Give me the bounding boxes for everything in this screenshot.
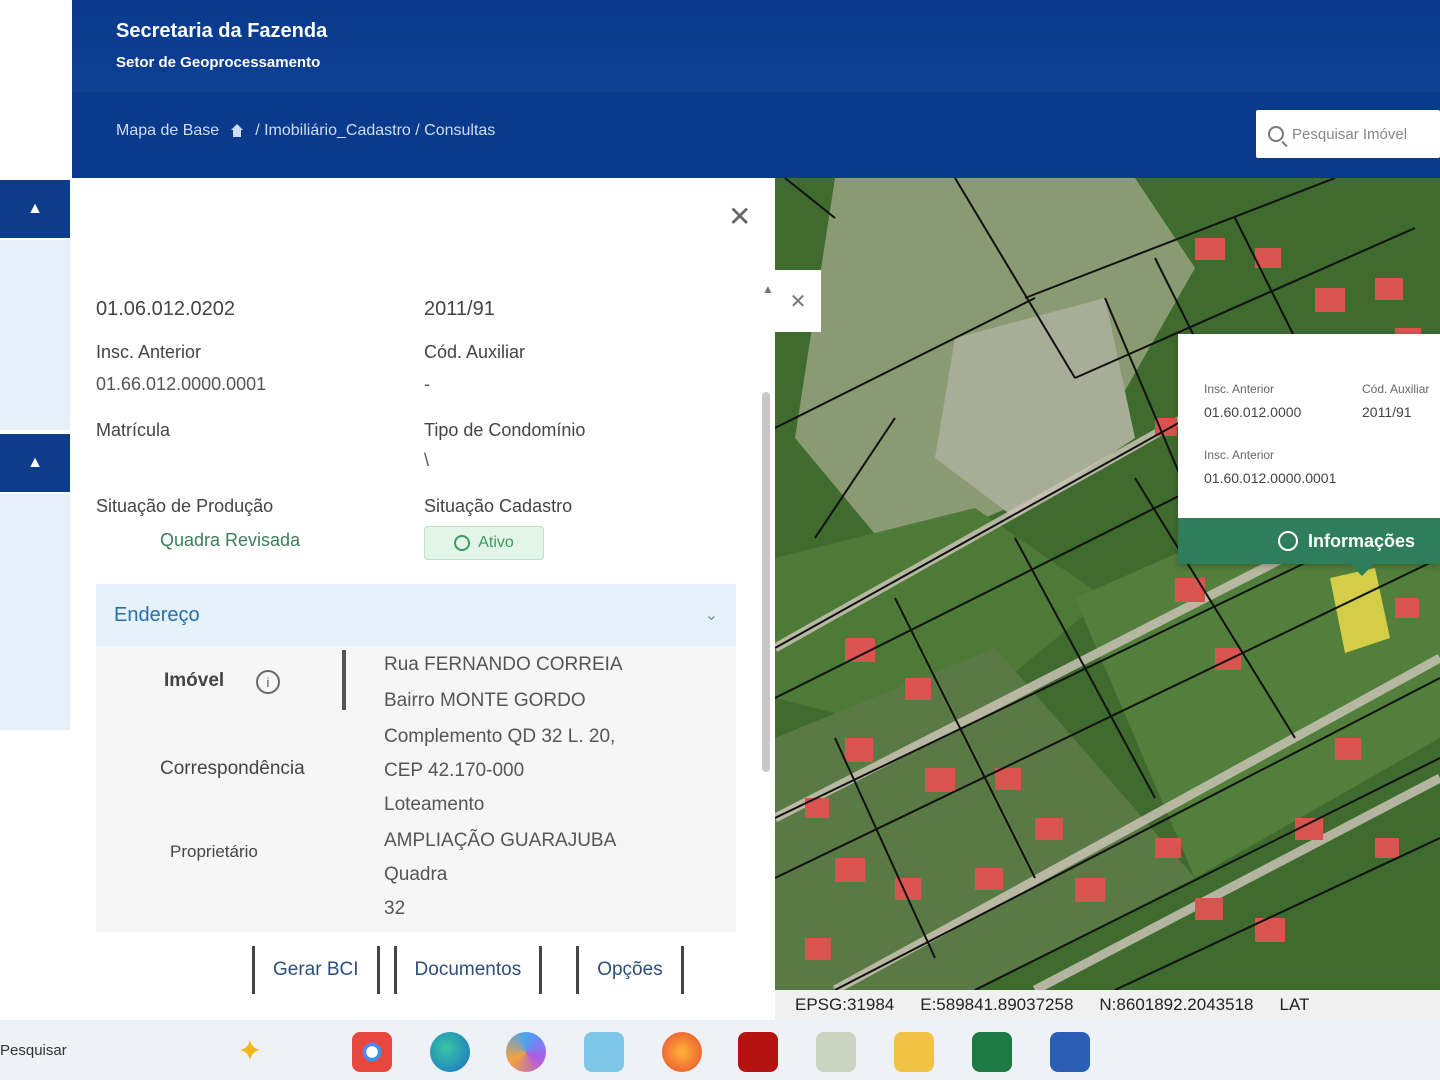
situacao-producao-label: Situação de Produção xyxy=(96,496,274,516)
popup-pointer xyxy=(1350,564,1374,576)
map-imagery xyxy=(775,178,1440,990)
situacao-producao-value: Quadra Revisada xyxy=(160,530,301,550)
opcoes-button[interactable]: Opções xyxy=(576,946,684,994)
tab-correspondencia[interactable]: Correspondência xyxy=(160,758,305,780)
search-input[interactable]: Pesquisar Imóvel xyxy=(1256,110,1440,158)
popup-insc-anterior2-value: 01.60.012.0000.0001 xyxy=(1204,470,1337,486)
tab-proprietario[interactable]: Proprietário xyxy=(170,842,258,862)
close-icon: ✕ xyxy=(789,290,807,313)
breadcrumb-path[interactable]: / Imobiliário_Cadastro / Consultas xyxy=(255,122,495,140)
scrollbar[interactable] xyxy=(762,392,770,772)
popup-cod-auxiliar-label: Cód. Auxiliar xyxy=(1362,382,1430,396)
word-icon[interactable] xyxy=(1050,1032,1090,1072)
property-info-panel: ✕ ▲ 01.06.012.0202 2011/91 Insc. Anterio… xyxy=(72,178,775,1020)
app-header: Secretaria da Fazenda Setor de Geoproces… xyxy=(72,0,1440,178)
tab-divider xyxy=(342,650,346,710)
address-line: 32 xyxy=(384,898,406,919)
search-placeholder: Pesquisar Imóvel xyxy=(1292,125,1408,143)
documentos-button[interactable]: Documentos xyxy=(393,946,543,994)
sidebar-panel-1 xyxy=(0,240,70,430)
inscription-number: 01.06.012.0202 xyxy=(96,298,236,320)
info-icon[interactable]: i xyxy=(256,670,280,694)
sidebar-panel-2 xyxy=(0,494,70,730)
address-line: Complemento QD 32 L. 20, xyxy=(384,726,616,747)
year-value: 2011/91 xyxy=(424,298,495,320)
popup-insc-anterior-label: Insc. Anterior xyxy=(1204,382,1275,396)
address-line: CEP 42.170-000 xyxy=(384,760,525,781)
map-close-button[interactable]: ✕ xyxy=(775,270,821,332)
address-line: Bairro MONTE GORDO xyxy=(384,690,586,711)
chevron-down-icon: ⌄ xyxy=(704,607,718,624)
copilot-icon[interactable]: ✦ xyxy=(230,1032,270,1072)
home-icon[interactable] xyxy=(229,124,245,138)
info-circle-icon xyxy=(1278,531,1298,551)
insc-anterior-value: 01.66.012.0000.0001 xyxy=(96,374,267,394)
scroll-up-icon[interactable]: ▲ xyxy=(762,282,774,296)
search-icon xyxy=(1268,126,1284,142)
chrome-icon[interactable] xyxy=(352,1032,392,1072)
address-line: Rua FERNANDO CORREIA xyxy=(384,654,623,675)
chevron-up-icon: ▲ xyxy=(27,200,43,217)
insc-anterior-label: Insc. Anterior xyxy=(96,342,202,362)
panel-actions: Gerar BCI Documentos Opções xyxy=(252,946,698,1002)
address-line: Loteamento xyxy=(384,794,485,815)
files-icon[interactable] xyxy=(894,1032,934,1072)
informacoes-button[interactable]: Informações xyxy=(1178,518,1440,564)
popup-insc-anterior2-label: Insc. Anterior xyxy=(1204,448,1275,462)
popup-cod-auxiliar-value: 2011/91 xyxy=(1362,404,1412,420)
status-badge-label: Ativo xyxy=(478,534,514,551)
copilot-app-icon[interactable] xyxy=(506,1032,546,1072)
app-title: Secretaria da Fazenda xyxy=(116,20,328,42)
taskbar-search[interactable]: Pesquisar xyxy=(0,1042,67,1059)
address-accordion-header[interactable]: Endereço ⌄ xyxy=(96,584,736,646)
acrobat-icon[interactable] xyxy=(738,1032,778,1072)
excel-icon[interactable] xyxy=(972,1032,1012,1072)
background-app-sidebar: ▲ ▲ xyxy=(0,0,72,1020)
close-icon[interactable]: ✕ xyxy=(728,200,751,233)
address-line: Quadra xyxy=(384,864,448,885)
address-accordion-body: Imóvel i Correspondência Proprietário Ru… xyxy=(96,646,736,932)
tab-imovel[interactable]: Imóvel xyxy=(164,670,224,692)
matricula-label: Matrícula xyxy=(96,420,171,440)
breadcrumb-start[interactable]: Mapa de Base xyxy=(116,122,219,140)
cod-auxiliar-value: - xyxy=(424,374,430,394)
check-circle-icon xyxy=(454,535,471,551)
situacao-cadastro-label: Situação Cadastro xyxy=(424,496,573,516)
epsg-code: EPSG:31984 xyxy=(795,995,895,1014)
app-subtitle: Setor de Geoprocessamento xyxy=(116,54,321,71)
cod-auxiliar-label: Cód. Auxiliar xyxy=(424,342,526,362)
popup-insc-anterior-value: 01.60.012.0000 xyxy=(1204,404,1302,420)
informacoes-label: Informações xyxy=(1308,530,1416,551)
lat-label: LAT xyxy=(1279,995,1310,1014)
chevron-up-icon: ▲ xyxy=(27,454,43,471)
status-badge: Ativo xyxy=(424,526,544,560)
tipo-condominio-label: Tipo de Condomínio xyxy=(424,420,586,440)
accordion-title: Endereço xyxy=(114,603,200,626)
breadcrumb: Mapa de Base / Imobiliário_Cadastro / Co… xyxy=(116,122,495,140)
tipo-condominio-value: \ xyxy=(424,450,430,470)
gerar-bci-button[interactable]: Gerar BCI xyxy=(252,946,380,994)
tools-icon[interactable] xyxy=(816,1032,856,1072)
os-taskbar xyxy=(0,1020,1440,1080)
photos-icon[interactable] xyxy=(584,1032,624,1072)
edge-icon[interactable] xyxy=(430,1032,470,1072)
map-popup: Insc. Anterior 01.60.012.0000 Cód. Auxil… xyxy=(1178,334,1440,564)
northing-value: N:8601892.2043518 xyxy=(1099,995,1254,1014)
easting-value: E:589841.89037258 xyxy=(920,995,1074,1014)
collapse-button-1[interactable]: ▲ xyxy=(0,180,70,238)
address-line: AMPLIAÇÃO GUARAJUBA xyxy=(384,830,617,851)
satellite-map[interactable] xyxy=(775,178,1440,990)
firefox-icon[interactable] xyxy=(662,1032,702,1072)
collapse-button-2[interactable]: ▲ xyxy=(0,434,70,492)
coordinate-bar: EPSG:31984 E:589841.89037258 N:8601892.2… xyxy=(775,990,1440,1020)
